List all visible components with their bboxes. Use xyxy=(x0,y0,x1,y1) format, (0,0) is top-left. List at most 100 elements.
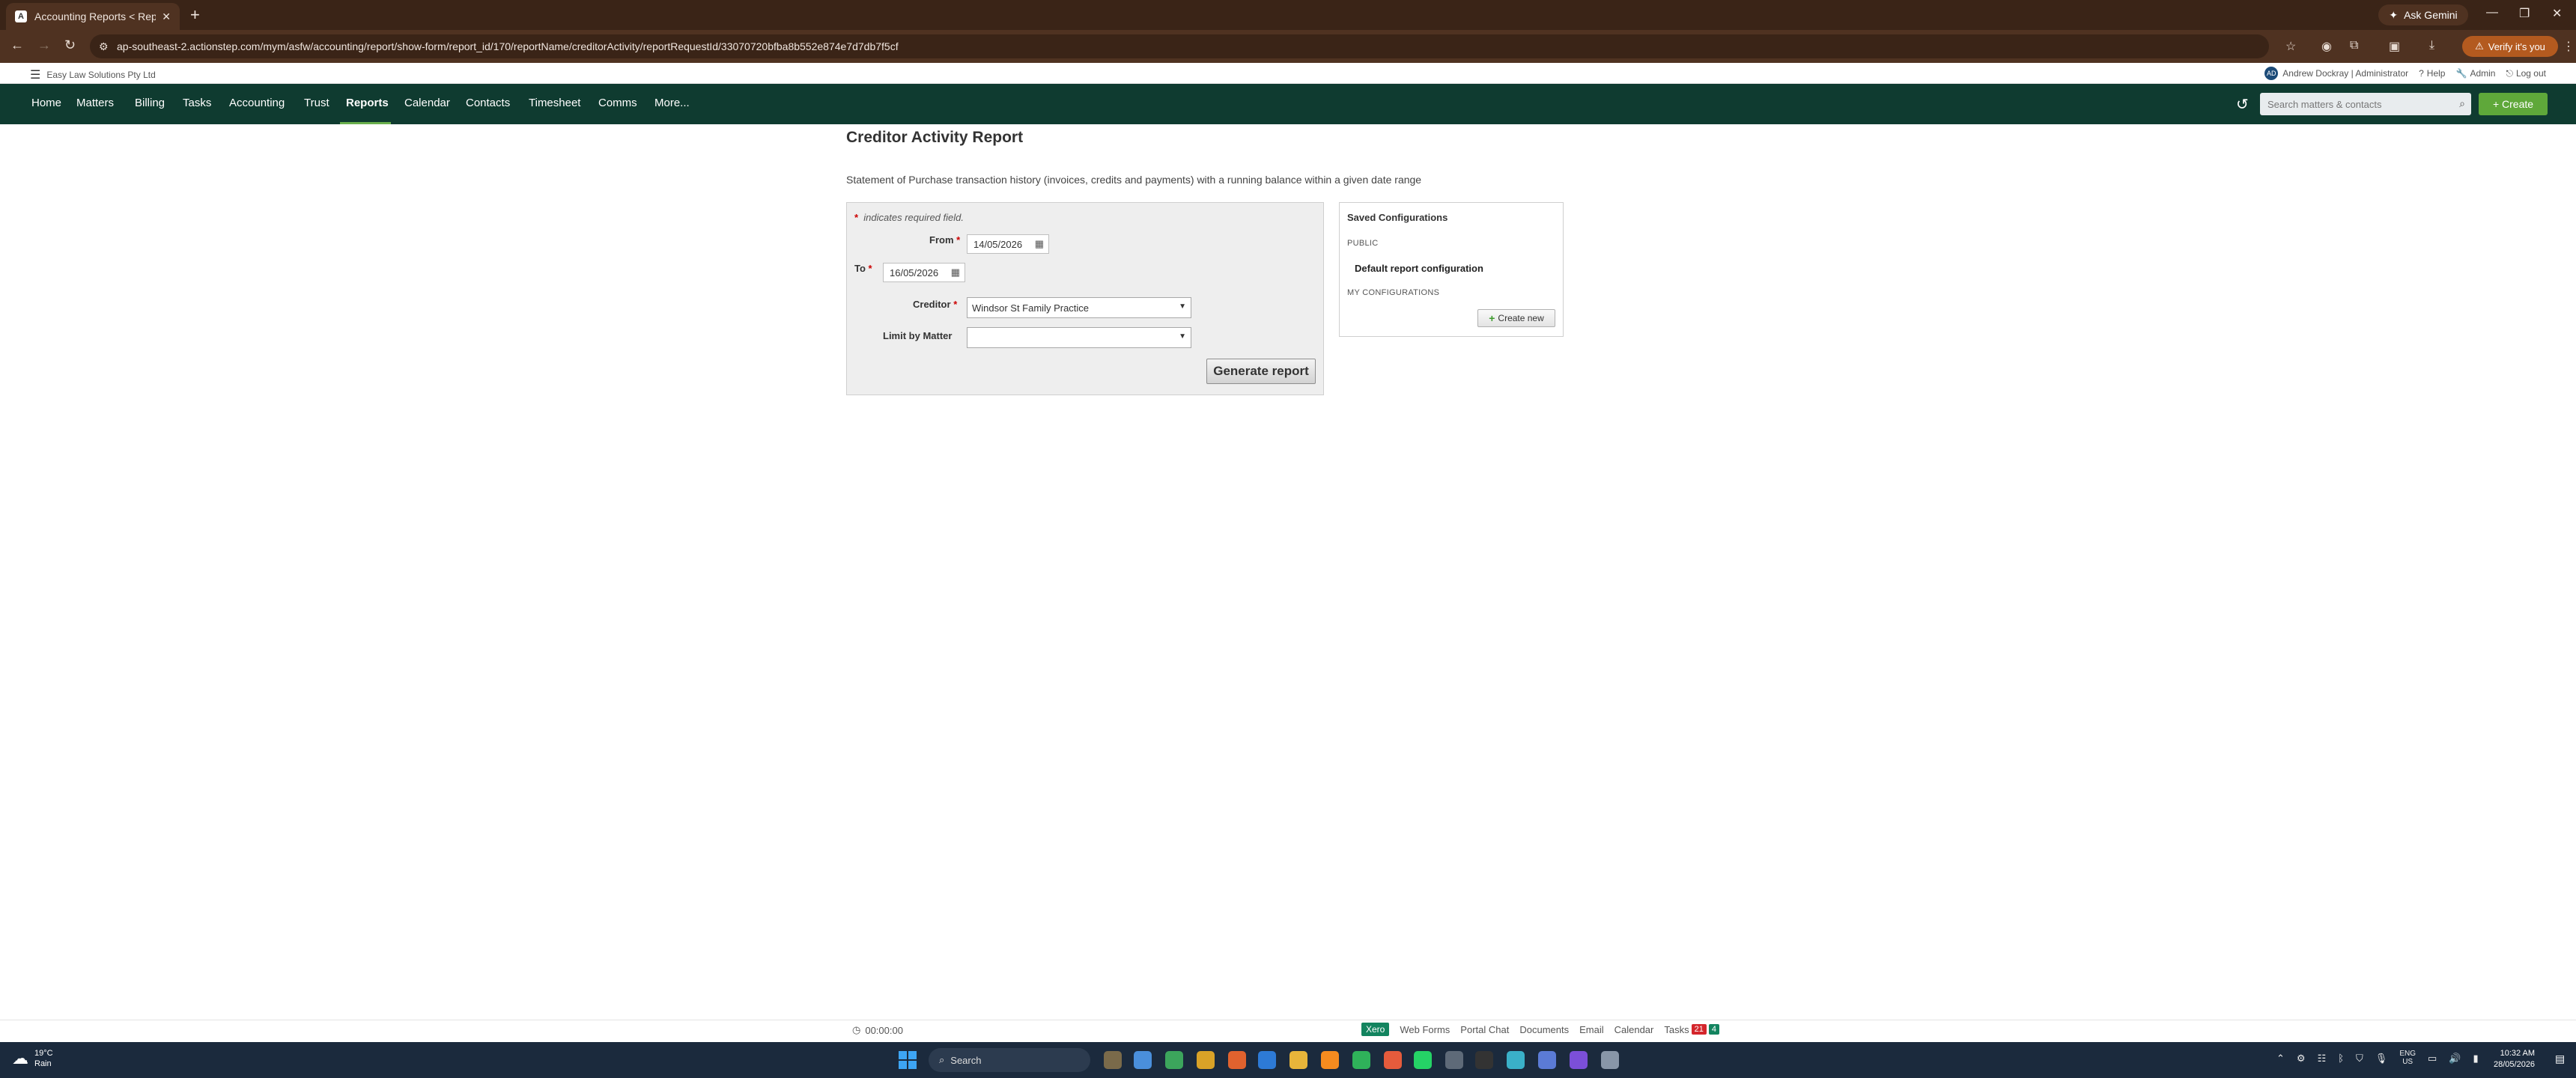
reload-icon[interactable]: ↻ xyxy=(64,37,76,53)
browser-tab[interactable]: A Accounting Reports < Reports ✕ xyxy=(6,3,180,30)
chrome-profile-2-app-icon[interactable] xyxy=(1197,1051,1215,1069)
web-forms-link[interactable]: Web Forms xyxy=(1400,1024,1450,1035)
terminal-app-icon[interactable] xyxy=(1475,1051,1493,1069)
whatsapp-app-icon[interactable] xyxy=(1414,1051,1432,1069)
download-icon[interactable]: ⤓ xyxy=(2429,39,2434,52)
file-explorer-app-icon[interactable] xyxy=(1104,1051,1122,1069)
history-icon[interactable]: ↺ xyxy=(2236,95,2249,114)
windows-start-icon[interactable] xyxy=(899,1051,917,1069)
from-label: From * xyxy=(929,234,960,246)
hamburger-menu-icon[interactable]: ☰ xyxy=(30,67,40,82)
calendar-icon[interactable]: ▦ xyxy=(951,267,960,278)
nav-tasks[interactable]: Tasks xyxy=(183,97,211,109)
create-new-configuration-button[interactable]: + Create new xyxy=(1477,309,1555,327)
vpn-app-icon[interactable] xyxy=(1507,1051,1525,1069)
search-tool-app-icon[interactable] xyxy=(1321,1051,1339,1069)
volume-tray-icon[interactable]: 🔊 xyxy=(2449,1053,2461,1066)
calendar-link[interactable]: Calendar xyxy=(1614,1024,1654,1035)
weather-widget[interactable]: ☁ 19°C Rain xyxy=(12,1048,53,1069)
default-configuration-item[interactable]: Default report configuration xyxy=(1355,263,1483,274)
folder-app-icon[interactable] xyxy=(1289,1051,1307,1069)
forward-icon[interactable]: → xyxy=(37,37,51,53)
chrome-app-icon[interactable] xyxy=(1134,1051,1152,1069)
nav-reports[interactable]: Reports xyxy=(346,97,389,109)
close-tab-icon[interactable]: ✕ xyxy=(162,10,171,23)
language-indicator[interactable]: ENG US xyxy=(2399,1050,2416,1066)
settings-tray-icon[interactable]: ⚙ xyxy=(2297,1053,2306,1066)
firm-switcher[interactable]: ☰ Easy Law Solutions Pty Ltd xyxy=(30,67,156,82)
new-tab-icon[interactable]: + xyxy=(190,6,200,24)
nav-calendar[interactable]: Calendar xyxy=(404,97,450,109)
region-code: US xyxy=(2402,1058,2414,1066)
browser-menu-icon[interactable]: ⋮ xyxy=(2563,39,2575,54)
system-clock[interactable]: 10:32 AM 28/05/2026 xyxy=(2494,1048,2535,1071)
nav-home[interactable]: Home xyxy=(31,97,61,109)
clock-date: 28/05/2026 xyxy=(2494,1060,2536,1069)
firm-name: Easy Law Solutions Pty Ltd xyxy=(46,70,156,80)
notification-icon[interactable]: ▤ xyxy=(2555,1053,2565,1065)
bluetooth-tray-icon[interactable]: ᛒ xyxy=(2338,1053,2344,1066)
calculator-app-icon[interactable] xyxy=(1601,1051,1619,1069)
search-input[interactable]: Search matters & contacts ⌕ xyxy=(2260,93,2471,115)
ask-gemini-button[interactable]: ✦ Ask Gemini xyxy=(2378,4,2468,25)
calendar-icon[interactable]: ▦ xyxy=(1035,238,1044,250)
limit-by-matter-label: Limit by Matter xyxy=(883,330,953,341)
nav-timesheet[interactable]: Timesheet xyxy=(529,97,580,109)
close-window-icon[interactable]: ✕ xyxy=(2552,6,2562,21)
asterisk-app-icon[interactable] xyxy=(1384,1051,1402,1069)
logout-link[interactable]: ⎋ Log out xyxy=(2506,68,2546,79)
minimize-icon[interactable]: — xyxy=(2486,6,2498,19)
help-link[interactable]: ? Help xyxy=(2419,68,2445,79)
battery-tray-icon[interactable]: ▮ xyxy=(2473,1053,2478,1066)
outlook-app-icon[interactable] xyxy=(1258,1051,1276,1069)
maximize-icon[interactable]: ❐ xyxy=(2519,6,2530,21)
verify-identity-button[interactable]: ⚠ Verify it's you xyxy=(2462,36,2558,57)
nav-trust[interactable]: Trust xyxy=(304,97,329,109)
to-date-field[interactable]: 16/05/2026 ▦ xyxy=(883,263,965,282)
portal-chat-link[interactable]: Portal Chat xyxy=(1460,1024,1509,1035)
search-icon[interactable]: ⌕ xyxy=(2459,97,2465,110)
create-button[interactable]: + Create xyxy=(2479,93,2548,115)
globe-app-icon[interactable] xyxy=(1538,1051,1556,1069)
from-date-field[interactable]: 14/05/2026 ▦ xyxy=(967,234,1049,254)
limit-by-matter-select[interactable]: ▼ xyxy=(967,327,1191,348)
user-menu[interactable]: AD Andrew Dockray | Administrator xyxy=(2264,67,2408,80)
timer[interactable]: ◷ 00:00:00 xyxy=(852,1024,903,1036)
site-info-icon[interactable]: ⚙ xyxy=(99,40,109,53)
nav-billing[interactable]: Billing xyxy=(135,97,165,109)
url-bar[interactable]: ⚙ ap-southeast-2.actionstep.com/mym/asfw… xyxy=(90,34,2269,58)
tasks-overdue-badge: 21 xyxy=(1691,1024,1707,1035)
tasks-link[interactable]: Tasks 21 4 xyxy=(1664,1024,1719,1035)
microphone-tray-icon[interactable]: 🎙 xyxy=(2375,1053,2388,1066)
nav-matters[interactable]: Matters xyxy=(76,97,114,109)
shield-tray-icon[interactable]: ⛉ xyxy=(2356,1053,2363,1066)
password-manager-icon[interactable]: ◉ xyxy=(2321,39,2332,54)
to-label-text: To xyxy=(854,263,866,274)
documents-link[interactable]: Documents xyxy=(1519,1024,1569,1035)
chrome-profile-app-icon[interactable] xyxy=(1165,1051,1183,1069)
side-panel-icon[interactable]: ▣ xyxy=(2389,39,2400,54)
nav-more[interactable]: More... xyxy=(654,97,690,109)
email-link[interactable]: Email xyxy=(1579,1024,1604,1035)
bookmark-star-icon[interactable]: ☆ xyxy=(2285,39,2296,54)
chevron-up-icon[interactable]: ⌃ xyxy=(2276,1053,2285,1066)
display-tray-icon[interactable]: ▭ xyxy=(2428,1053,2437,1066)
messages-app-icon[interactable] xyxy=(1352,1051,1370,1069)
taskbar-search[interactable]: ⌕ Search xyxy=(929,1048,1090,1072)
nav-comms[interactable]: Comms xyxy=(598,97,637,109)
nav-accounting[interactable]: Accounting xyxy=(229,97,285,109)
xero-link[interactable]: Xero xyxy=(1361,1023,1390,1036)
generate-report-button[interactable]: Generate report xyxy=(1206,359,1316,384)
nav-contacts[interactable]: Contacts xyxy=(466,97,510,109)
clock-icon: ◷ xyxy=(852,1024,861,1035)
network-tray-icon[interactable]: ☷ xyxy=(2318,1053,2327,1066)
extensions-icon[interactable]: ⧉ xyxy=(2350,39,2358,52)
teams-app-icon[interactable] xyxy=(1570,1051,1588,1069)
language-code: ENG xyxy=(2399,1050,2416,1058)
admin-link[interactable]: 🔧 Admin xyxy=(2455,68,2495,79)
actionstep-favicon-icon: A xyxy=(15,10,27,22)
brave-app-icon[interactable] xyxy=(1228,1051,1246,1069)
creditor-select[interactable]: Windsor St Family Practice ▼ xyxy=(967,297,1191,318)
back-icon[interactable]: ← xyxy=(10,37,24,53)
chatgpt-app-icon[interactable] xyxy=(1445,1051,1463,1069)
